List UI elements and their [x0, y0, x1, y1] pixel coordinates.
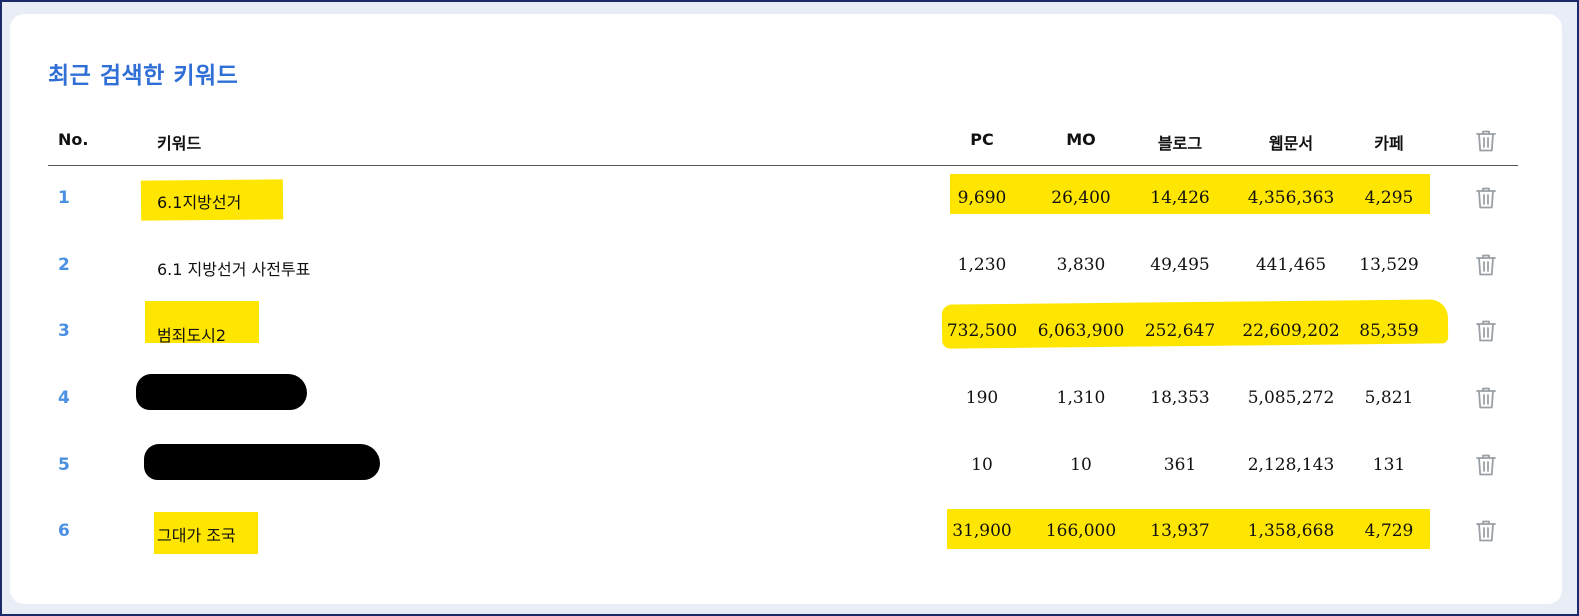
- blog-count: 13,937: [1150, 521, 1210, 541]
- keyword-link[interactable]: 그대가 조국: [157, 522, 236, 546]
- row-delete-trash-icon[interactable]: [1475, 253, 1497, 277]
- blog-count: 14,426: [1150, 188, 1210, 208]
- header-divider: [48, 165, 1518, 166]
- cafe-count: 5,821: [1364, 388, 1414, 408]
- keyword-link[interactable]: 6.1 지방선거 사전투표: [157, 256, 310, 280]
- row-delete-trash-icon[interactable]: [1475, 519, 1497, 543]
- blog-count: 18,353: [1150, 388, 1210, 408]
- row-number: 4: [58, 388, 70, 408]
- row-delete-trash-icon[interactable]: [1475, 319, 1497, 343]
- recent-keywords-card: 최근 검색한 키워드 No. 키워드 PC MO 블로그 웹문서 카페 1 6.…: [10, 14, 1562, 604]
- redaction-mark: [144, 444, 380, 480]
- redaction-mark: [136, 374, 307, 410]
- row-delete-trash-icon[interactable]: [1475, 186, 1497, 210]
- row-number: 5: [58, 455, 70, 475]
- delete-all-trash-icon[interactable]: [1475, 129, 1497, 153]
- row-number: 2: [58, 255, 70, 275]
- row-number: 6: [58, 521, 70, 541]
- header-cafe: 카페: [1374, 134, 1404, 153]
- row-number: 3: [58, 321, 70, 341]
- header-keyword: 키워드: [157, 134, 202, 153]
- page-title: 최근 검색한 키워드: [48, 63, 239, 89]
- row-delete-trash-icon[interactable]: [1475, 453, 1497, 477]
- header-blog: 블로그: [1157, 134, 1203, 153]
- row-delete-trash-icon[interactable]: [1475, 386, 1497, 410]
- cafe-count: 131: [1372, 455, 1406, 475]
- blog-count: 252,647: [1144, 321, 1216, 341]
- row-number: 1: [58, 188, 70, 208]
- window-frame: 최근 검색한 키워드 No. 키워드 PC MO 블로그 웹문서 카페 1 6.…: [0, 0, 1579, 616]
- keyword-link[interactable]: 6.1지방선거: [157, 189, 241, 213]
- cafe-count: 85,359: [1359, 321, 1419, 341]
- cafe-count: 13,529: [1359, 255, 1419, 275]
- keyword-link[interactable]: 범죄도시2: [157, 322, 226, 346]
- blog-count: 49,495: [1150, 255, 1210, 275]
- cafe-count: 4,729: [1364, 521, 1414, 541]
- header-no: No.: [58, 130, 89, 149]
- cafe-count: 4,295: [1364, 188, 1414, 208]
- blog-count: 361: [1163, 455, 1197, 475]
